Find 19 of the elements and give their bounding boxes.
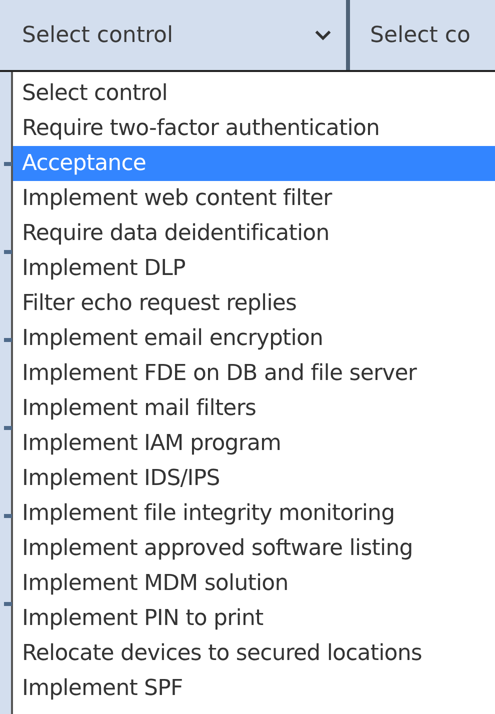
dropdown-option[interactable]: Implement IAM program (13, 426, 495, 461)
dropdown-option[interactable]: Implement email encryption (13, 321, 495, 356)
dropdown-option[interactable]: Relocate devices to secured locations (13, 636, 495, 671)
dropdown-option[interactable]: Implement mail filters (13, 391, 495, 426)
dropdown-option[interactable]: Implement FDE on DB and file server (13, 356, 495, 391)
dropdown-option[interactable]: Implement IDS/IPS (13, 461, 495, 496)
dropdown-option[interactable]: Implement DLP (13, 251, 495, 286)
dropdown-option[interactable]: Require data deidentification (13, 216, 495, 251)
dropdown-option[interactable]: Select control (13, 76, 495, 111)
dropdown-option[interactable]: Implement file integrity monitoring (13, 496, 495, 531)
dropdown-option[interactable]: Filter echo request replies (13, 286, 495, 321)
dropdown-option[interactable]: Implement SPF (13, 671, 495, 706)
dropdown-option[interactable]: Implement MDM solution (13, 566, 495, 601)
dropdown-option[interactable]: Implement PIN to print (13, 601, 495, 636)
dropdown-option[interactable]: Acceptance (13, 146, 495, 181)
dropdown-option[interactable]: Implement approved software listing (13, 531, 495, 566)
dropdown-option[interactable]: Require two-factor authentication (13, 111, 495, 146)
dropdown-option[interactable]: Implement web content filter (13, 181, 495, 216)
chevron-icon (314, 29, 332, 41)
